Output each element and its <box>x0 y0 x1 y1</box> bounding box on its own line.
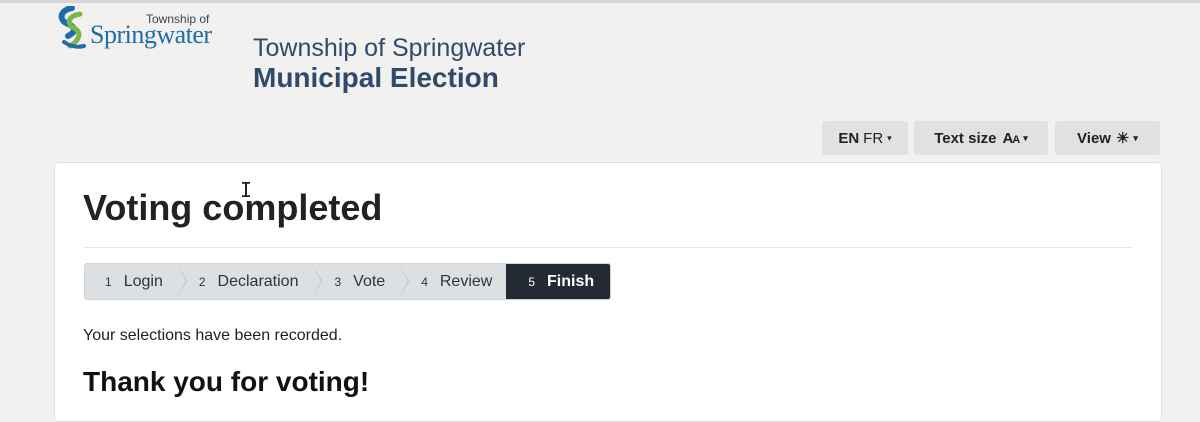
step-label: Declaration <box>217 272 299 290</box>
caret-down-icon: ▾ <box>887 132 892 143</box>
view-label: View <box>1077 129 1111 147</box>
text-size-button[interactable]: Text size AA ▾ <box>914 121 1048 155</box>
step-number: 3 <box>334 274 342 289</box>
step-arrow <box>399 264 409 298</box>
top-border <box>0 0 1200 3</box>
step-vote: 3 Vote <box>312 264 410 299</box>
township-logo[interactable]: Township of Springwater <box>54 6 234 54</box>
text-size-icon: AA <box>1002 129 1020 147</box>
step-declaration: 2 Declaration <box>176 264 323 299</box>
step-login: 1 Login <box>85 264 187 299</box>
step-review: 4 Review <box>399 264 507 299</box>
step-label: Vote <box>353 272 386 290</box>
logo-swirl-icon <box>58 6 86 49</box>
progress-steps: 1 Login 2 Declaration 3 Vote 4 Review 5 … <box>84 263 612 300</box>
step-label: Review <box>439 272 493 290</box>
step-number: 2 <box>198 274 206 289</box>
view-button[interactable]: View ☀ ▾ <box>1055 121 1160 155</box>
logo-big-text: Springwater <box>90 20 212 49</box>
step-number: 1 <box>105 274 112 289</box>
site-subtitle: Municipal Election <box>253 62 499 93</box>
site-title: Township of Springwater <box>253 34 526 62</box>
step-arrow <box>176 264 186 298</box>
thank-you-heading: Thank you for voting! <box>83 366 370 397</box>
divider <box>83 247 1133 248</box>
text-size-label: Text size <box>934 129 997 147</box>
step-label: Login <box>123 272 163 290</box>
contrast-sun-icon: ☀ <box>1115 130 1130 147</box>
step-finish: 5 Finish <box>506 264 611 299</box>
text-cursor-icon: I <box>240 178 253 202</box>
step-number: 5 <box>528 274 536 289</box>
step-arrow <box>312 264 322 298</box>
lang-fr: FR <box>863 129 884 147</box>
page-heading: Voting completed <box>83 187 383 228</box>
lang-en: EN <box>838 129 860 147</box>
step-label: Finish <box>547 272 595 290</box>
language-button[interactable]: EN FR ▾ <box>822 121 908 155</box>
confirmation-message: Your selections have been recorded. <box>83 327 343 344</box>
main-card: Voting completed 1 Login 2 Declaration 3… <box>54 162 1162 422</box>
caret-down-icon: ▾ <box>1133 132 1138 143</box>
step-number: 4 <box>421 274 428 289</box>
caret-down-icon: ▾ <box>1023 132 1028 143</box>
